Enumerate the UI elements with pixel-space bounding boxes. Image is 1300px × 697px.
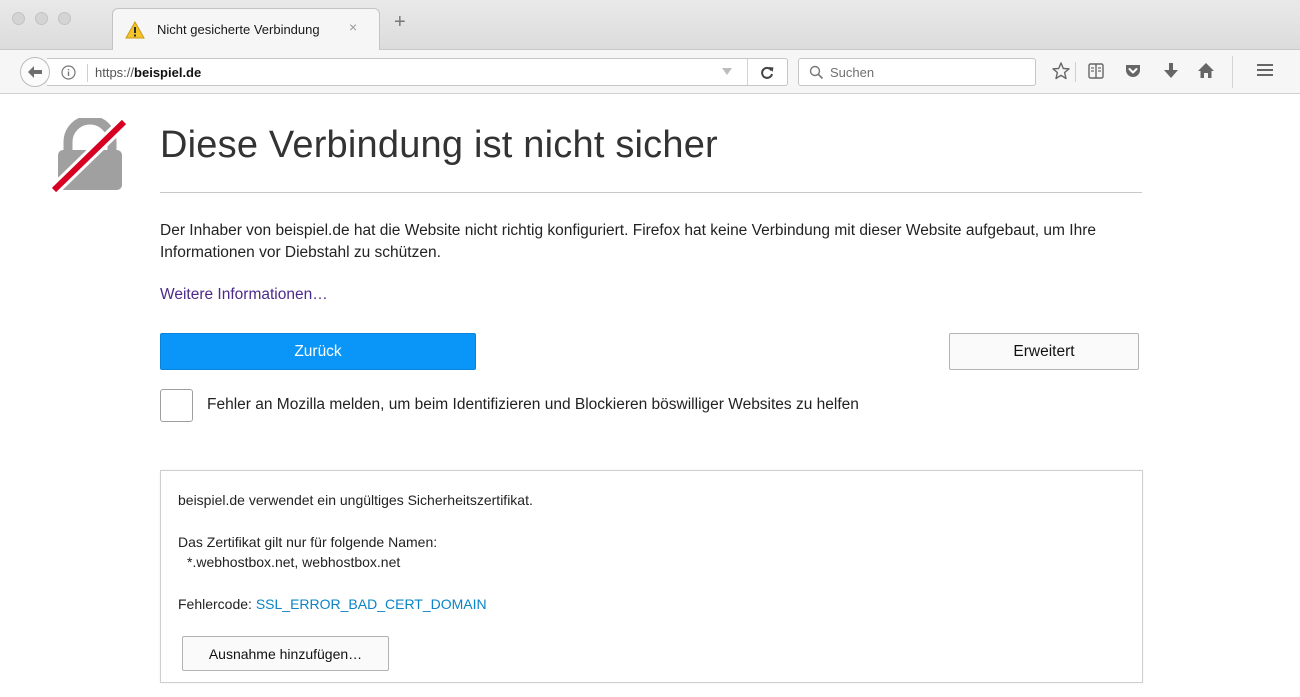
pocket-icon[interactable] <box>1124 62 1142 80</box>
window-controls <box>12 12 71 25</box>
back-button[interactable] <box>20 57 50 87</box>
toolbar-separator-2 <box>1232 56 1233 88</box>
url-prefix: https:// <box>95 65 135 80</box>
valid-names-list: *.webhostbox.net, webhostbox.net <box>187 554 401 570</box>
minimize-window-button[interactable] <box>35 12 48 25</box>
report-checkbox[interactable] <box>160 389 193 422</box>
tab-close-icon[interactable]: × <box>349 19 357 35</box>
error-code-label: Fehlercode: <box>178 596 256 612</box>
error-code-line: Fehlercode: SSL_ERROR_BAD_CERT_DOMAIN <box>178 596 487 612</box>
zoom-window-button[interactable] <box>58 12 71 25</box>
page-title: Diese Verbindung ist nicht sicher <box>160 124 718 166</box>
dropdown-icon[interactable] <box>722 68 732 76</box>
url-separator-2 <box>747 59 748 85</box>
info-icon[interactable] <box>61 65 76 80</box>
reading-list-icon[interactable] <box>1087 62 1105 80</box>
url-bar[interactable]: https://beispiel.de <box>47 58 788 86</box>
bookmark-star-icon[interactable] <box>1052 62 1070 80</box>
search-icon <box>809 65 824 80</box>
tab-active[interactable]: Nicht gesicherte Verbindung × <box>112 8 380 50</box>
back-arrow-icon <box>28 66 42 78</box>
url-text[interactable]: https://beispiel.de <box>95 65 201 80</box>
download-icon[interactable] <box>1163 62 1179 80</box>
warning-icon <box>125 21 145 39</box>
invalid-certificate-text: beispiel.de verwendet ein ungültiges Sic… <box>178 492 533 508</box>
advanced-details-panel: beispiel.de verwendet ein ungültiges Sic… <box>160 470 1143 683</box>
advanced-button[interactable]: Erweitert <box>949 333 1139 370</box>
tab-title: Nicht gesicherte Verbindung <box>157 22 320 37</box>
reload-icon[interactable] <box>759 65 775 81</box>
url-domain: beispiel.de <box>134 65 202 80</box>
insecure-lock-icon <box>50 118 129 195</box>
back-button-primary[interactable]: Zurück <box>160 333 476 370</box>
home-icon[interactable] <box>1197 62 1215 80</box>
close-window-button[interactable] <box>12 12 25 25</box>
add-exception-button[interactable]: Ausnahme hinzufügen… <box>182 636 389 671</box>
url-separator <box>87 64 88 82</box>
search-bar[interactable]: Suchen <box>798 58 1036 86</box>
report-checkbox-label[interactable]: Fehler an Mozilla melden, um beim Identi… <box>207 396 859 414</box>
title-divider <box>160 192 1142 193</box>
error-description: Der Inhaber von beispiel.de hat die Webs… <box>160 222 1096 261</box>
new-tab-button[interactable]: + <box>394 12 406 32</box>
error-code-link[interactable]: SSL_ERROR_BAD_CERT_DOMAIN <box>256 596 487 612</box>
tab-bar: Nicht gesicherte Verbindung × + <box>0 0 1300 50</box>
toolbar-separator <box>1075 62 1076 82</box>
menu-icon[interactable] <box>1256 62 1274 78</box>
search-placeholder: Suchen <box>830 65 875 80</box>
more-info-link[interactable]: Weitere Informationen… <box>160 286 328 304</box>
valid-names-heading: Das Zertifikat gilt nur für folgende Nam… <box>178 534 438 550</box>
navigation-bar: https://beispiel.de Suchen <box>0 50 1300 94</box>
